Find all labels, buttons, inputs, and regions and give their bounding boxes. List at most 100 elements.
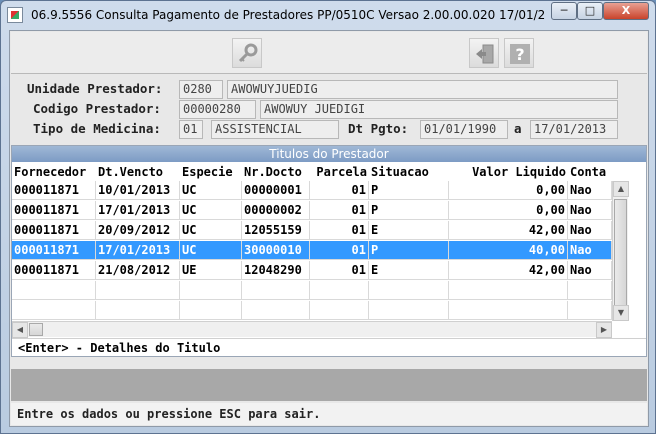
exit-button[interactable] xyxy=(469,38,499,68)
horizontal-scrollbar[interactable]: ◀ ▶ xyxy=(12,321,612,338)
col-especie-cell xyxy=(180,301,242,319)
col-valor-liquido-cell: 0,00 xyxy=(449,181,568,199)
table-row[interactable]: 000011871 17/01/2013 UC 30000010 01 P 40,00 Nao xyxy=(12,241,612,260)
scroll-left-icon[interactable]: ◀ xyxy=(12,322,28,338)
col-dt-vencto-cell: 17/01/2013 xyxy=(96,201,180,219)
col-especie-cell: UC xyxy=(180,241,242,259)
col-dt-vencto-cell: 10/01/2013 xyxy=(96,181,180,199)
title-bar[interactable]: 06.9.5556 Consulta Pagamento de Prestado… xyxy=(1,1,655,29)
col-fornecedor-cell: 000011871 xyxy=(12,181,96,199)
col-valor-liquido-cell xyxy=(449,301,568,319)
col-situacao-cell: P xyxy=(369,201,449,219)
col-nr-docto-cell: 12048290 xyxy=(242,261,310,279)
col-dt-vencto-cell xyxy=(96,281,180,299)
col-situacao-cell xyxy=(369,281,449,299)
vertical-scrollbar[interactable]: ▲ ▼ xyxy=(612,181,629,321)
col-nr-docto-cell: 30000010 xyxy=(242,241,310,259)
dtpgto-label: Dt Pgto: xyxy=(348,121,409,136)
close-button[interactable]: X xyxy=(603,2,649,20)
status-bar: Entre os dados ou pressione ESC para sai… xyxy=(11,403,647,425)
codigo-name-field[interactable]: AWOWUY JUEDIGI xyxy=(260,100,618,119)
grid-header: Fornecedor Dt.Vencto Especie Nr.Docto Parcel… xyxy=(12,163,612,181)
codigo-code-field[interactable]: 00000280 xyxy=(179,100,256,119)
col-conta-cell xyxy=(568,301,612,319)
col-parcela-cell: 01 xyxy=(310,221,369,239)
dtpgto-separator: a xyxy=(514,121,522,136)
minimize-button[interactable]: ─ xyxy=(551,2,577,20)
col-conta-cell: Nao xyxy=(568,181,612,199)
col-parcela-cell: 01 xyxy=(310,261,369,279)
col-fornecedor-cell: 000011871 xyxy=(12,201,96,219)
col-fornecedor-cell xyxy=(12,281,96,299)
message-area xyxy=(11,369,647,401)
table-row[interactable] xyxy=(12,301,612,320)
col-especie-header[interactable]: Especie xyxy=(180,163,242,181)
col-conta-cell: Nao xyxy=(568,241,612,259)
col-valor-liquido-cell: 40,00 xyxy=(449,241,568,259)
col-conta-cell: Nao xyxy=(568,261,612,279)
col-parcela-header[interactable]: Parcela xyxy=(310,163,369,181)
col-especie-cell: UC xyxy=(180,221,242,239)
col-valor-liquido-cell: 42,00 xyxy=(449,221,568,239)
grid-footer-hint: <Enter> - Detalhes do Titulo xyxy=(12,338,646,356)
col-nr-docto-header[interactable]: Nr.Docto xyxy=(242,163,310,181)
help-button[interactable]: ? xyxy=(504,38,534,68)
col-dt-vencto-cell: 21/08/2012 xyxy=(96,261,180,279)
col-fornecedor-cell: 000011871 xyxy=(12,221,96,239)
table-row[interactable]: 000011871 10/01/2013 UC 00000001 01 P 0,00 Nao xyxy=(12,181,612,200)
col-nr-docto-cell: 12055159 xyxy=(242,221,310,239)
col-conta-header[interactable]: Conta xyxy=(568,163,612,181)
col-situacao-cell xyxy=(369,301,449,319)
app-icon xyxy=(7,7,23,23)
col-conta-cell: Nao xyxy=(568,221,612,239)
col-parcela-cell: 01 xyxy=(310,201,369,219)
tipo-code-field[interactable]: 01 xyxy=(179,120,203,139)
client-area: ? Unidade Prestador: 0280 AWOWUYJUEDIG C… xyxy=(9,30,649,427)
window-title: 06.9.5556 Consulta Pagamento de Prestado… xyxy=(31,8,546,22)
scroll-right-icon[interactable]: ▶ xyxy=(596,322,612,338)
col-valor-liquido-cell: 42,00 xyxy=(449,261,568,279)
filter-form: Unidade Prestador: 0280 AWOWUYJUEDIG Cod… xyxy=(11,77,647,143)
table-row[interactable] xyxy=(12,281,612,300)
table-row[interactable]: 000011871 20/09/2012 UC 12055159 01 E 42,00 Nao xyxy=(12,221,612,240)
scroll-up-icon[interactable]: ▲ xyxy=(613,181,629,197)
tipo-label: Tipo de Medicina: xyxy=(33,121,161,136)
col-nr-docto-cell: 00000001 xyxy=(242,181,310,199)
col-parcela-cell xyxy=(310,281,369,299)
col-situacao-cell: E xyxy=(369,261,449,279)
application-window: 06.9.5556 Consulta Pagamento de Prestado… xyxy=(0,0,656,434)
col-parcela-cell: 01 xyxy=(310,241,369,259)
codigo-label: Codigo Prestador: xyxy=(33,101,161,116)
col-valor-liquido-cell: 0,00 xyxy=(449,201,568,219)
col-dt-vencto-header[interactable]: Dt.Vencto xyxy=(96,163,180,181)
search-key-button[interactable] xyxy=(232,38,262,68)
col-especie-cell xyxy=(180,281,242,299)
unidade-label: Unidade Prestador: xyxy=(27,81,163,96)
col-especie-cell: UE xyxy=(180,261,242,279)
table-row[interactable]: 000011871 21/08/2012 UE 12048290 01 E 42,00 Nao xyxy=(12,261,612,280)
unidade-name-field[interactable]: AWOWUYJUEDIG xyxy=(227,80,618,99)
col-situacao-cell: E xyxy=(369,221,449,239)
col-dt-vencto-cell: 20/09/2012 xyxy=(96,221,180,239)
col-valor-liquido-header[interactable]: Valor Liquido xyxy=(449,163,568,181)
col-fornecedor-header[interactable]: Fornecedor xyxy=(12,163,96,181)
col-situacao-cell: P xyxy=(369,181,449,199)
scroll-thumb[interactable] xyxy=(614,199,627,315)
col-conta-cell: Nao xyxy=(568,201,612,219)
maximize-button[interactable]: □ xyxy=(577,2,603,20)
col-conta-cell xyxy=(568,281,612,299)
col-nr-docto-cell xyxy=(242,281,310,299)
dtpgto-from-field[interactable]: 01/01/1990 xyxy=(420,120,508,139)
scroll-down-icon[interactable]: ▼ xyxy=(613,305,629,321)
table-row[interactable]: 000011871 17/01/2013 UC 00000002 01 P 0,00 Nao xyxy=(12,201,612,220)
col-nr-docto-cell xyxy=(242,301,310,319)
col-nr-docto-cell: 00000002 xyxy=(242,201,310,219)
tipo-name-field[interactable]: ASSISTENCIAL xyxy=(211,120,339,139)
col-especie-cell: UC xyxy=(180,181,242,199)
col-fornecedor-cell xyxy=(12,301,96,319)
dtpgto-to-field[interactable]: 17/01/2013 xyxy=(530,120,618,139)
col-dt-vencto-cell: 17/01/2013 xyxy=(96,241,180,259)
col-situacao-header[interactable]: Situacao xyxy=(369,163,449,181)
scroll-thumb-horizontal[interactable] xyxy=(29,323,43,336)
unidade-code-field[interactable]: 0280 xyxy=(179,80,223,99)
